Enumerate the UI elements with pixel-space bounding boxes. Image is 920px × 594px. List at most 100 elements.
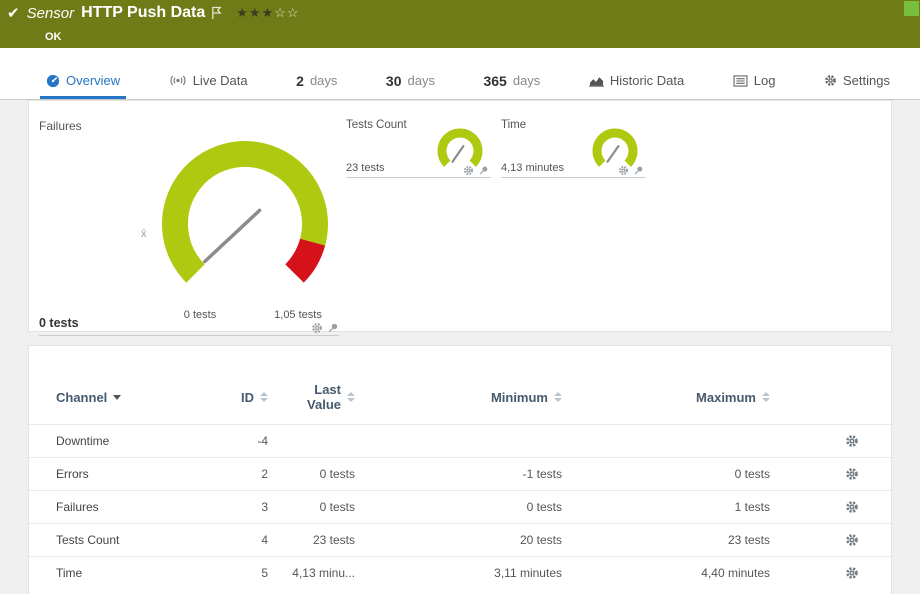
tab-365-days[interactable]: 365 days	[477, 67, 546, 99]
gauge-tests-count: Tests Count 23 tests	[346, 113, 494, 278]
column-header-last-value[interactable]: Last Value	[268, 382, 355, 412]
channel-maximum: 1 tests	[562, 500, 770, 514]
overview-gauge-icon	[46, 74, 60, 88]
stars-filled: ★★★	[236, 5, 274, 20]
favorite-flag-icon[interactable]	[211, 6, 222, 20]
channel-settings-gear-icon[interactable]	[845, 467, 859, 481]
tab-log[interactable]: Log	[727, 67, 782, 99]
gauge-settings-gear-icon[interactable]	[311, 322, 323, 334]
channel-minimum: -1 tests	[355, 467, 562, 481]
channel-last-value: 4,13 minu...	[268, 566, 355, 580]
channel-id: 3	[206, 500, 268, 514]
channel-settings-gear-icon[interactable]	[845, 566, 859, 580]
stars-empty: ☆☆	[274, 5, 299, 20]
tab-historic-data[interactable]: Historic Data	[583, 67, 690, 99]
channel-id: 2	[206, 467, 268, 481]
tab-number: 30	[386, 73, 402, 89]
sort-icon	[554, 392, 562, 402]
sort-icon	[762, 392, 770, 402]
gauge-pin-icon[interactable]	[478, 165, 489, 176]
gauge-settings-gear-icon[interactable]	[463, 165, 474, 176]
channel-last-value: 23 tests	[268, 533, 355, 547]
channel-minimum: 0 tests	[355, 500, 562, 514]
tab-30-days[interactable]: 30 days	[380, 67, 441, 99]
tab-bar: Overview Live Data 2 days 30 days	[0, 48, 920, 100]
broadcast-icon	[169, 74, 187, 87]
mean-marker: x̄	[141, 228, 147, 240]
channel-name: Downtime	[56, 434, 206, 448]
status-square	[904, 1, 919, 16]
column-header-minimum[interactable]: Minimum	[355, 390, 562, 405]
gear-icon	[824, 74, 837, 87]
tab-number: 365	[483, 73, 506, 89]
table-row: Tests Count 4 23 tests 20 tests 23 tests	[29, 523, 891, 556]
gauge-time: Time 4,13 minutes	[501, 113, 649, 278]
gauge-title: Time	[501, 119, 526, 131]
gauge-settings-gear-icon[interactable]	[618, 165, 629, 176]
gauge-scale-max: 1,05 tests	[262, 309, 334, 321]
divider	[501, 177, 646, 178]
divider	[346, 177, 491, 178]
tab-label: Historic Data	[610, 73, 684, 88]
channel-settings-gear-icon[interactable]	[845, 500, 859, 514]
channels-table-panel: Channel ID Last Value Minimum Maximum	[28, 345, 892, 594]
channel-id: 5	[206, 566, 268, 580]
tab-label: Settings	[843, 73, 890, 88]
channel-name: Failures	[56, 500, 206, 514]
divider	[39, 335, 339, 336]
tab-label: Log	[754, 73, 776, 88]
channel-name: Tests Count	[56, 533, 206, 547]
channel-maximum: 0 tests	[562, 467, 770, 481]
sensor-type-label: Sensor	[27, 5, 75, 22]
chart-icon	[589, 75, 604, 87]
channel-minimum: 20 tests	[355, 533, 562, 547]
channel-name: Time	[56, 566, 206, 580]
gauge-failures: Failures x̄ 0 tests 1,05 tests 0 tests	[39, 113, 365, 327]
channel-last-value: 0 tests	[268, 467, 355, 481]
ok-check-icon: ✔	[7, 4, 20, 22]
gauge-pin-icon[interactable]	[327, 322, 339, 334]
gauge-scale-min: 0 tests	[164, 309, 236, 321]
channel-id: -4	[206, 434, 268, 448]
channel-last-value: 0 tests	[268, 500, 355, 514]
channel-maximum: 4,40 minutes	[562, 566, 770, 580]
column-header-channel[interactable]: Channel	[56, 390, 206, 405]
channel-name: Errors	[56, 467, 206, 481]
tab-number: 2	[296, 73, 304, 89]
channel-id: 4	[206, 533, 268, 547]
channel-minimum: 3,11 minutes	[355, 566, 562, 580]
tab-unit: days	[408, 73, 435, 88]
status-badge: OK	[45, 31, 62, 43]
gauge-current-value: 0 tests	[39, 316, 79, 330]
gauge-current-value: 23 tests	[346, 162, 385, 174]
tab-live-data[interactable]: Live Data	[163, 67, 254, 99]
table-row: Errors 2 0 tests -1 tests 0 tests	[29, 457, 891, 490]
table-row: Time 5 4,13 minu... 3,11 minutes 4,40 mi…	[29, 556, 891, 589]
sort-desc-icon	[113, 395, 121, 400]
table-row: Failures 3 0 tests 0 tests 1 tests	[29, 490, 891, 523]
sort-icon	[260, 392, 268, 402]
gauge-title: Failures	[39, 119, 82, 133]
gauge-pin-icon[interactable]	[633, 165, 644, 176]
failures-gauge-dial: x̄	[135, 129, 355, 319]
gauge-needle	[608, 146, 619, 162]
tab-label: Live Data	[193, 73, 248, 88]
prtg-sensor-page: ✔ Sensor HTTP Push Data ★★★☆☆ OK Overvie…	[0, 0, 920, 594]
gauge-current-value: 4,13 minutes	[501, 162, 564, 174]
main-content: Failures x̄ 0 tests 1,05 tests 0 tests	[0, 100, 920, 594]
table-row: Downtime -4	[29, 424, 891, 457]
priority-stars[interactable]: ★★★☆☆	[236, 5, 299, 21]
gauge-needle	[205, 210, 260, 261]
tab-overview[interactable]: Overview	[40, 67, 126, 99]
tab-settings[interactable]: Settings	[818, 67, 896, 99]
table-header: Channel ID Last Value Minimum Maximum	[29, 346, 891, 424]
tab-unit: days	[513, 73, 540, 88]
column-header-id[interactable]: ID	[206, 390, 268, 405]
gauges-panel: Failures x̄ 0 tests 1,05 tests 0 tests	[28, 100, 892, 332]
column-header-maximum[interactable]: Maximum	[562, 390, 770, 405]
tab-2-days[interactable]: 2 days	[290, 67, 343, 99]
sensor-header: ✔ Sensor HTTP Push Data ★★★☆☆ OK	[0, 0, 920, 48]
channel-settings-gear-icon[interactable]	[845, 533, 859, 547]
channel-settings-gear-icon[interactable]	[845, 434, 859, 448]
sort-icon	[347, 392, 355, 402]
